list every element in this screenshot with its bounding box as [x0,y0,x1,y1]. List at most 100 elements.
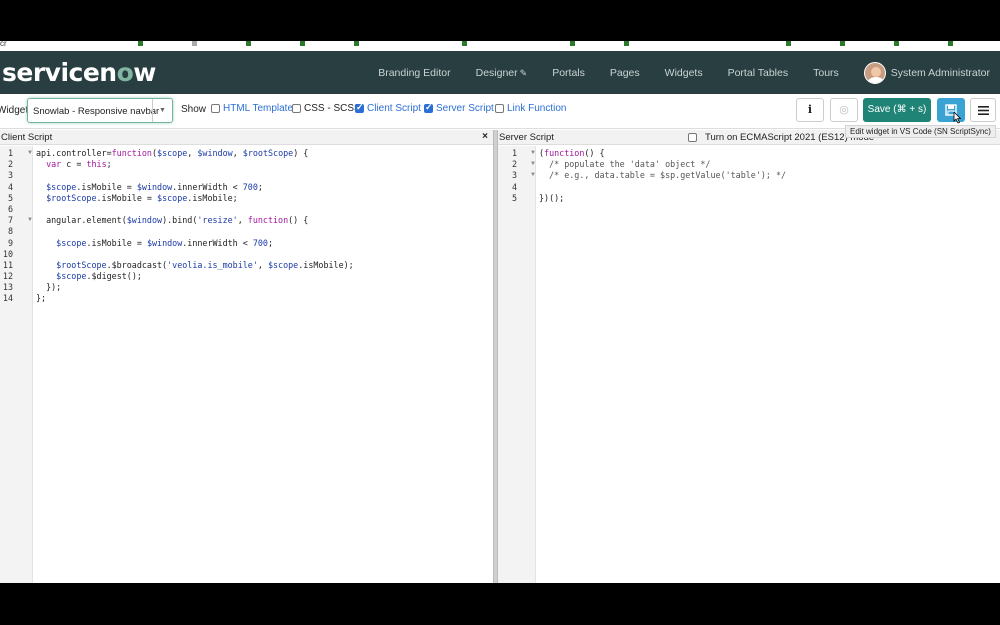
fold-arrow-icon[interactable]: ▼ [530,150,536,156]
toggle-html-template[interactable]: HTML Template [211,103,293,114]
fold-arrow-icon[interactable]: ▼ [27,217,33,223]
line-number: 3 [511,170,517,181]
toggle-client-script[interactable]: Client Script [355,102,421,114]
toggle-link-function[interactable]: Link Function [495,103,566,114]
line-numbers: 1 2 3 4 5 6 7 8 9 10 11 12 13 14 [0,148,13,305]
line-number: 13 [2,282,13,293]
caret-down-icon[interactable]: ▼ [152,99,172,122]
close-icon[interactable]: × [482,131,488,142]
nav-designer-label: Designer [475,66,518,79]
client-script-pane: Client Script × 1 2 3 4 5 6 7 8 9 10 11 … [0,130,494,583]
widget-select[interactable]: Snowlab - Responsive navbar ▼ [27,98,173,123]
code-line: }; [36,293,47,304]
mouse-cursor-icon [953,112,962,124]
server-script-title: Server Script [499,132,554,143]
fold-arrow-icon[interactable]: ▼ [530,161,536,167]
checkbox-label: Link Function [507,103,567,114]
fold-arrow-icon[interactable]: ▼ [530,172,536,178]
line-number: 1 [511,148,517,158]
save-button[interactable]: Save (⌘ + s) [863,98,931,122]
nav-portal-tables[interactable]: Portal Tables [728,67,789,79]
widget-label: Widget [0,105,29,116]
menu-button[interactable] [970,98,996,122]
line-number: 4 [7,181,13,192]
app-header: servicenow Branding Editor Designer ✎ Por… [0,51,1000,94]
checkbox-html-template[interactable] [211,104,220,113]
line-number: 2 [511,159,517,170]
code-line: $scope.isMobile = $window.innerWidth < 7… [56,237,274,248]
screen: cr servicenow Branding Editor Designer ✎ … [0,41,1000,583]
line-number: 2 [7,159,13,170]
code-line: $rootScope.isMobile = $scope.isMobile; [46,192,238,203]
line-number: 8 [7,226,13,237]
nav-tours[interactable]: Tours [813,67,839,79]
code-line: $scope.isMobile = $window.innerWidth < 7… [46,181,263,192]
servicenow-logo[interactable]: servicenow [2,58,156,87]
line-number: 4 [511,181,517,192]
code-line: })(); [539,192,565,203]
user-name[interactable]: System Administrator [891,67,990,79]
fold-arrow-icon[interactable]: ▼ [27,150,33,156]
checkbox-label: Client Script [367,103,421,114]
line-number: 6 [7,203,13,214]
scriptsync-tooltip: Edit widget in VS Code (SN ScriptSync) [845,125,996,138]
toggle-server-script[interactable]: Server Script [424,102,494,114]
code-line: /* e.g., data.table = $sp.getValue('tabl… [549,170,787,181]
checkbox-label: Server Script [436,103,494,114]
code-line: api.controller=function($scope, $window,… [36,148,309,158]
info-button[interactable]: i [796,98,824,122]
server-script-editor[interactable]: (function() { /* populate the 'data' obj… [539,148,786,204]
nav-branding-editor[interactable]: Branding Editor [378,67,450,79]
client-script-header: Client Script × [0,130,493,145]
info-icon: i [807,103,813,116]
eye-slash-icon: ◎ [839,104,849,116]
checkbox-label: HTML Template [223,103,294,114]
nav-portals[interactable]: Portals [552,67,585,79]
toggle-css-scss[interactable]: CSS - SCSS [292,103,361,114]
hamburger-icon [977,106,989,115]
line-number: 11 [2,259,13,270]
nav-widgets[interactable]: Widgets [665,67,703,79]
line-gutter [498,146,536,583]
browser-tab-strip: cr [0,41,1000,51]
line-number: 10 [2,248,13,259]
show-label: Show [181,104,207,115]
line-number: 9 [7,237,13,248]
avatar[interactable] [863,61,886,84]
checkbox-client-script[interactable] [355,102,364,113]
checkbox-server-script[interactable] [424,102,433,113]
code-line: $scope.$digest(); [56,271,142,282]
line-number: 12 [2,271,13,282]
code-line: var c = this; [46,159,112,170]
main-nav: Branding Editor Designer ✎ Portals Pages … [378,51,1000,94]
code-line: (function() { [539,148,605,158]
client-script-editor[interactable]: api.controller=function($scope, $window,… [36,148,354,305]
line-numbers: 1 2 3 4 5 [498,148,517,204]
nav-pages[interactable]: Pages [610,67,640,79]
checkbox-ecma[interactable] [688,133,697,142]
code-line: $rootScope.$broadcast('veolia.is_mobile'… [56,259,354,270]
line-number: 3 [7,170,13,181]
checkbox-label: CSS - SCSS [304,103,361,114]
line-number: 7 [7,215,13,226]
code-line: }); [36,282,62,293]
preview-button[interactable]: ◎ [830,98,858,122]
line-number: 14 [2,293,13,304]
pencil-icon: ✎ [519,67,528,78]
client-script-title: Client Script [1,132,53,143]
checkbox-link-function[interactable] [495,104,504,113]
widget-select-value: Snowlab - Responsive navbar [33,106,160,117]
line-number: 5 [7,192,13,203]
checkbox-css-scss[interactable] [292,104,301,113]
code-line: angular.element($window).bind('resize', … [36,215,309,226]
editor-toolbar: Widget Snowlab - Responsive navbar ▼ Sho… [0,94,1000,129]
nav-designer[interactable]: Designer ✎ [476,67,528,79]
server-script-pane: Server Script Turn on ECMAScript 2021 (E… [497,130,1000,583]
code-line: /* populate the 'data' object */ [549,159,711,170]
line-number: 1 [7,148,13,158]
